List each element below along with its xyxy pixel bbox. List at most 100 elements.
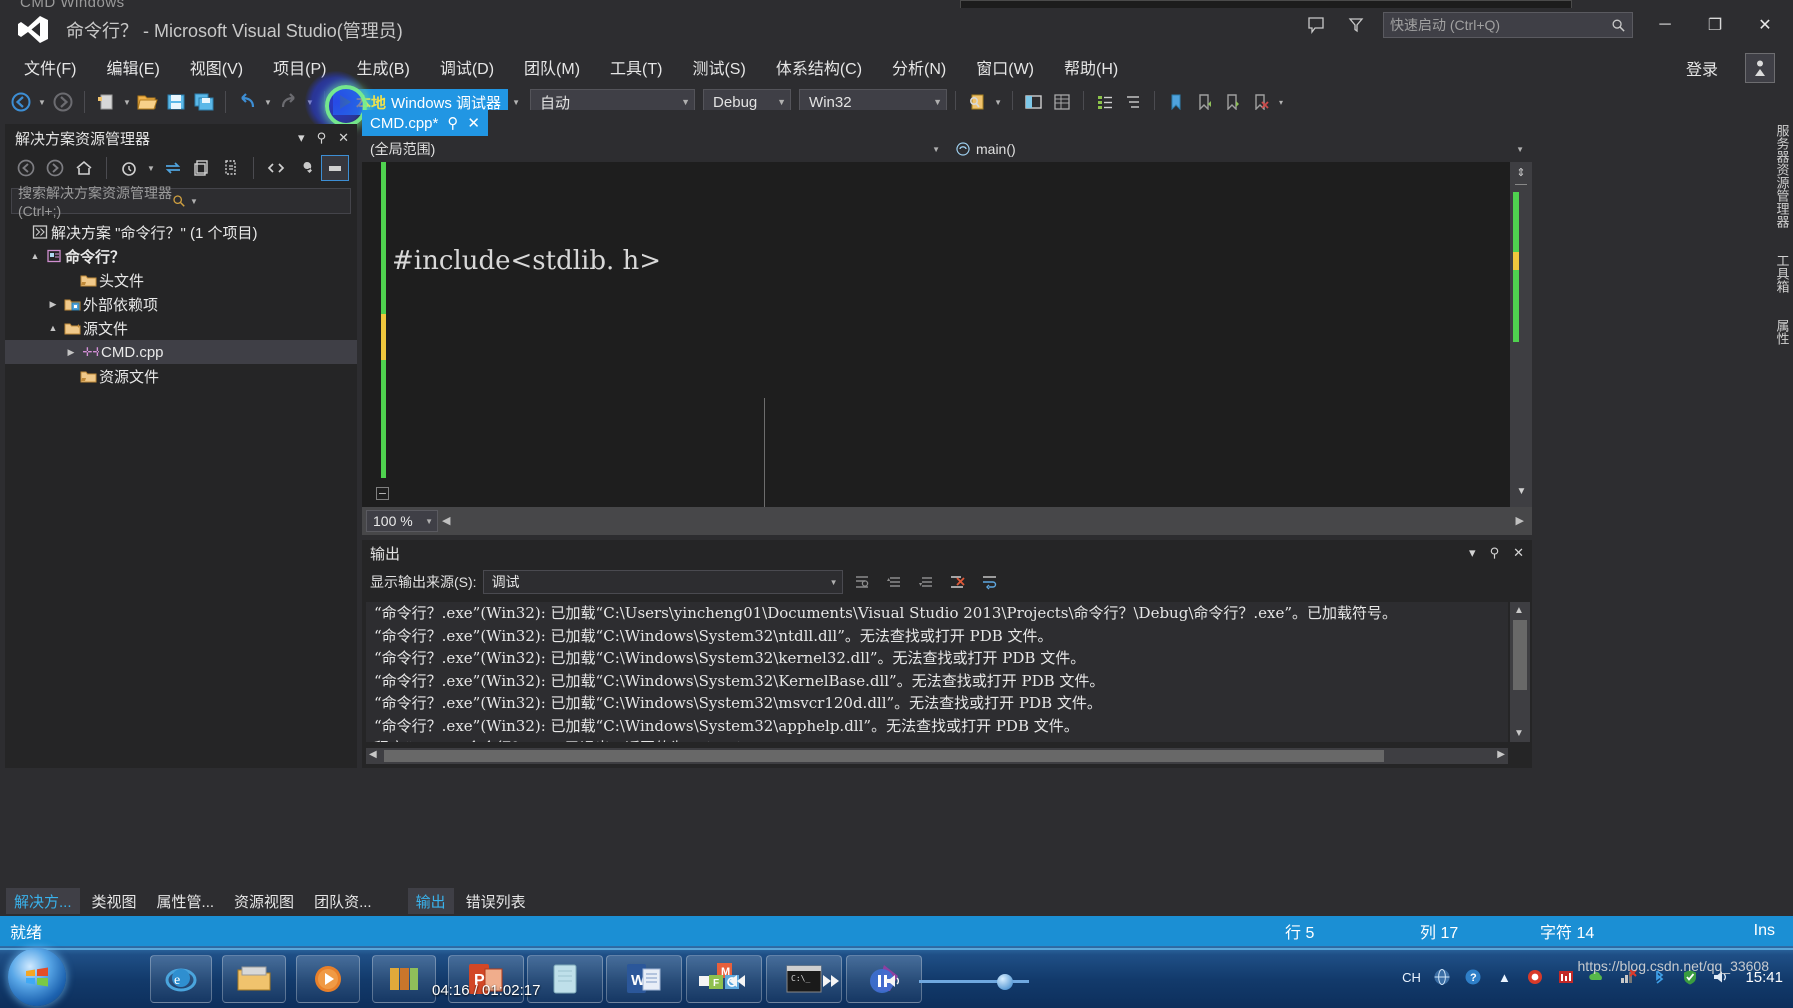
close-icon[interactable]: ✕ bbox=[338, 130, 349, 146]
editor-zoom-combo[interactable]: 100 % ▼ bbox=[366, 510, 438, 532]
volume-icon[interactable] bbox=[883, 972, 905, 990]
sync-icon[interactable] bbox=[160, 156, 186, 180]
split-view-icon[interactable]: ⇕ bbox=[1515, 166, 1527, 179]
ime-help-icon[interactable]: ? bbox=[1462, 966, 1484, 988]
menu-debug[interactable]: 调试(D) bbox=[438, 53, 496, 81]
tab-error-list[interactable]: 错误列表 bbox=[458, 888, 534, 914]
output-text[interactable]: “命令行？.exe”(Win32): 已加载“C:\Users\yincheng… bbox=[366, 602, 1508, 742]
pending-changes-icon[interactable] bbox=[116, 156, 142, 180]
restore-button[interactable]: ❐ bbox=[1697, 12, 1733, 38]
tab-class-view[interactable]: 类视图 bbox=[84, 888, 145, 914]
output-horizontal-scrollbar[interactable]: ◀ ▶ bbox=[366, 748, 1508, 764]
collapse-region-icon[interactable]: − bbox=[376, 487, 389, 500]
search-dropdown-icon[interactable]: ▼ bbox=[190, 197, 344, 206]
close-icon[interactable]: ✕ bbox=[467, 114, 480, 132]
close-icon[interactable]: ✕ bbox=[1513, 545, 1524, 561]
solution-explorer-search[interactable]: 搜索解决方案资源管理器(Ctrl+;) ▼ bbox=[11, 185, 351, 219]
output-source-combo[interactable]: 调试 ▼ bbox=[482, 570, 843, 594]
pending-changes-dropdown-icon[interactable]: ▼ bbox=[145, 155, 157, 181]
redo-dropdown-icon[interactable]: ▼ bbox=[304, 89, 316, 115]
tree-node-solution[interactable]: 解决方案 "命令行？" (1 个项目) bbox=[5, 220, 357, 244]
editor-vertical-scrollbar[interactable]: ⇕ ▼ bbox=[1510, 162, 1532, 507]
menu-view[interactable]: 视图(V) bbox=[188, 53, 245, 81]
output-vertical-scrollbar[interactable]: ▲ ▼ bbox=[1510, 602, 1530, 742]
scope-dropdown[interactable]: (全局范围) ▼ bbox=[362, 136, 948, 162]
view-code-icon[interactable] bbox=[263, 156, 289, 180]
preview-selected-items-icon[interactable] bbox=[321, 155, 349, 181]
forward-icon[interactable] bbox=[42, 156, 68, 180]
menu-test[interactable]: 测试(S) bbox=[690, 53, 747, 81]
code-text-area[interactable]: #include<stdlib. h> − void main() { syst… bbox=[362, 162, 1532, 507]
menu-help[interactable]: 帮助(H) bbox=[1062, 53, 1120, 81]
scroll-thumb[interactable] bbox=[1513, 620, 1527, 690]
volume-thumb[interactable] bbox=[997, 974, 1013, 990]
taskbar-library-button[interactable] bbox=[372, 955, 436, 1003]
find-message-icon[interactable] bbox=[849, 570, 875, 594]
tree-node-header-files[interactable]: 头文件 bbox=[5, 268, 357, 292]
taskbar-word-button[interactable]: W bbox=[606, 955, 682, 1003]
menu-window[interactable]: 窗口(W) bbox=[974, 53, 1036, 81]
rewind-icon[interactable] bbox=[727, 972, 749, 990]
new-project-dropdown-icon[interactable]: ▼ bbox=[121, 89, 133, 115]
stop-icon[interactable] bbox=[695, 972, 713, 990]
tab-solution-explorer[interactable]: 解决方... bbox=[6, 888, 80, 914]
open-file-icon[interactable] bbox=[135, 89, 161, 115]
editor-tab-cmd-cpp[interactable]: CMD.cpp* ⚲ ✕ bbox=[362, 110, 488, 136]
record-icon[interactable] bbox=[1524, 966, 1546, 988]
start-button[interactable] bbox=[8, 948, 66, 1006]
ime-globe-icon[interactable] bbox=[1431, 966, 1453, 988]
tray-expand-icon[interactable]: ▲ bbox=[1493, 966, 1515, 988]
close-button[interactable]: ✕ bbox=[1747, 12, 1783, 38]
sign-in-link[interactable]: 登录 bbox=[1686, 56, 1718, 80]
tree-node-project[interactable]: ▲ 命令行？ bbox=[5, 244, 357, 268]
new-project-icon[interactable] bbox=[93, 89, 119, 115]
navigate-backward-icon[interactable] bbox=[8, 89, 34, 115]
menu-edit[interactable]: 编辑(E) bbox=[104, 53, 161, 81]
panel-menu-icon[interactable]: ▾ bbox=[298, 130, 305, 146]
twisty-expanded-icon[interactable]: ▲ bbox=[45, 323, 61, 333]
home-icon[interactable] bbox=[71, 156, 97, 180]
properties-icon[interactable] bbox=[292, 156, 318, 180]
menu-team[interactable]: 团队(M) bbox=[522, 53, 582, 81]
tree-node-cmd-cpp[interactable]: ▶ ✛✛ CMD.cpp bbox=[5, 340, 357, 364]
navigate-backward-dropdown-icon[interactable]: ▼ bbox=[36, 89, 48, 115]
clear-all-icon[interactable] bbox=[945, 570, 971, 594]
tree-node-external-dependencies[interactable]: ▶ 外部依赖项 bbox=[5, 292, 357, 316]
scroll-right-arrow-icon[interactable]: ▶ bbox=[1516, 514, 1524, 527]
resource-monitor-icon[interactable] bbox=[1555, 966, 1577, 988]
navigate-forward-icon[interactable] bbox=[50, 89, 76, 115]
tab-output[interactable]: 输出 bbox=[407, 888, 454, 914]
undo-icon[interactable] bbox=[234, 89, 260, 115]
dock-tab-server-explorer[interactable]: 服务器资源管理器 bbox=[1773, 124, 1792, 228]
editor-horizontal-scrollbar[interactable]: ◀ ▶ bbox=[442, 513, 1528, 529]
save-all-icon[interactable] bbox=[191, 89, 217, 115]
volume-slider[interactable] bbox=[919, 973, 1039, 990]
taskbar-ie-button[interactable]: e bbox=[150, 955, 212, 1003]
scroll-up-arrow-icon[interactable]: ▲ bbox=[1514, 605, 1524, 616]
tree-node-resource-files[interactable]: 资源文件 bbox=[5, 364, 357, 388]
funnel-filter-icon[interactable] bbox=[1343, 12, 1369, 38]
undo-dropdown-icon[interactable]: ▼ bbox=[262, 89, 274, 115]
menu-build[interactable]: 生成(B) bbox=[354, 53, 411, 81]
dock-tab-properties[interactable]: 属性 bbox=[1773, 319, 1792, 345]
twisty-collapsed-icon[interactable]: ▶ bbox=[45, 299, 61, 310]
quick-launch-input[interactable]: 快速启动 (Ctrl+Q) bbox=[1383, 12, 1633, 38]
pin-icon[interactable]: ⚲ bbox=[317, 130, 327, 146]
tab-property-manager[interactable]: 属性管... bbox=[149, 888, 223, 914]
send-feedback-icon[interactable] bbox=[1745, 53, 1775, 83]
refresh-icon[interactable] bbox=[218, 156, 244, 180]
scroll-left-arrow-icon[interactable]: ◀ bbox=[369, 749, 377, 760]
taskbar-media-player-button[interactable] bbox=[296, 955, 360, 1003]
scroll-down-arrow-icon[interactable]: ▼ bbox=[1514, 728, 1524, 739]
go-to-previous-message-icon[interactable] bbox=[881, 570, 907, 594]
menu-analyze[interactable]: 分析(N) bbox=[890, 53, 948, 81]
menu-tools[interactable]: 工具(T) bbox=[608, 53, 664, 81]
scroll-thumb[interactable] bbox=[384, 750, 1384, 762]
go-to-next-message-icon[interactable] bbox=[913, 570, 939, 594]
show-all-files-icon[interactable] bbox=[189, 156, 215, 180]
panel-menu-icon[interactable]: ▾ bbox=[1469, 545, 1476, 561]
twisty-expanded-icon[interactable]: ▲ bbox=[27, 251, 43, 261]
save-icon[interactable] bbox=[163, 89, 189, 115]
toggle-word-wrap-icon[interactable] bbox=[977, 570, 1003, 594]
ime-language-indicator[interactable]: CH bbox=[1400, 966, 1422, 988]
